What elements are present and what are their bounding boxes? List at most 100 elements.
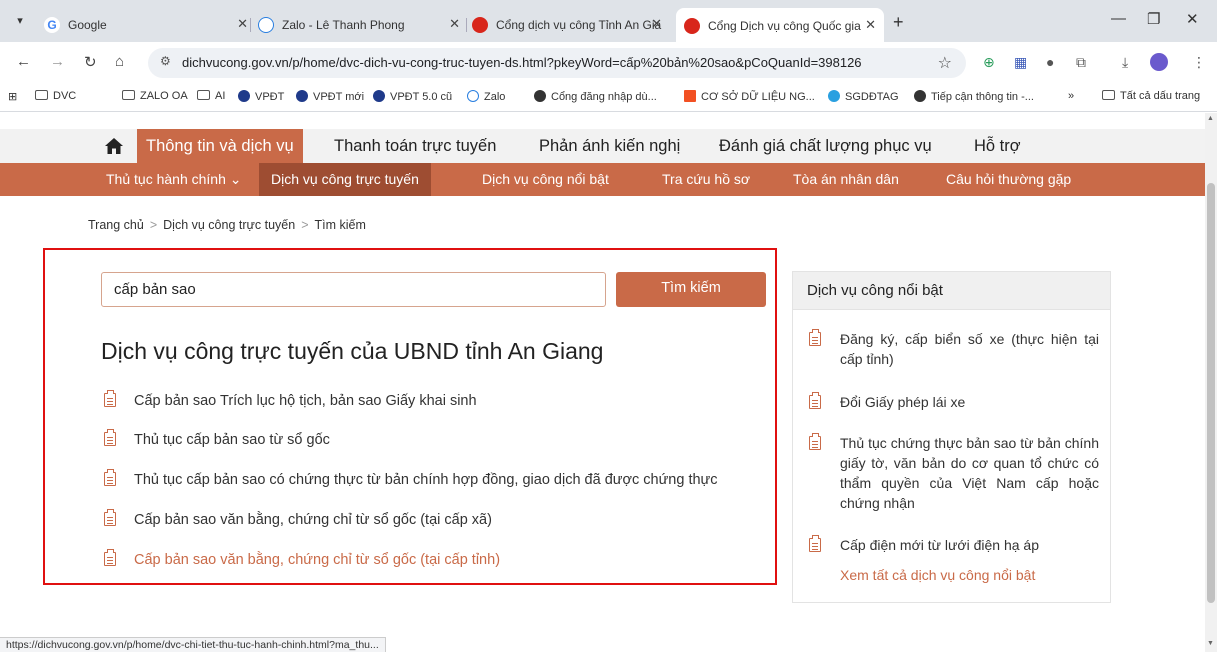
reload-icon[interactable]: ↻ [84,53,97,71]
featured-item[interactable]: Thủ tục chứng thực bản sao từ bản chính … [807,433,1099,513]
result-item[interactable]: Thủ tục cấp bản sao có chứng thực từ bản… [104,469,718,488]
site-info-icon[interactable]: ⚙ [160,54,171,68]
result-item[interactable]: Thủ tục cấp bản sao từ sổ gốc [104,429,330,448]
search-input[interactable]: cấp bản sao [101,272,606,307]
subnav-tra-cuu[interactable]: Tra cứu hồ sơ [662,163,750,196]
featured-item[interactable]: Đổi Giấy phép lái xe [807,392,1099,412]
tab-dvc-quoc-gia[interactable]: Cổng Dịch vụ công Quốc gia ✕ [676,8,884,42]
zalo-icon [258,16,274,33]
featured-label: Đổi Giấy phép lái xe [840,394,966,410]
result-label: Cấp bản sao Trích lục hộ tịch, bản sao G… [134,393,477,409]
nav-ho-tro[interactable]: Hỗ trợ [974,129,1021,163]
result-item[interactable]: Cấp bản sao Trích lục hộ tịch, bản sao G… [104,390,477,409]
nav-phan-anh[interactable]: Phản ánh kiến nghị [539,129,680,163]
extension-icon[interactable]: ● [1046,54,1054,70]
nav-danh-gia[interactable]: Đánh giá chất lượng phục vụ [719,129,932,163]
main-nav: Thông tin và dịch vụ Thanh toán trực tuy… [0,129,1205,163]
avatar[interactable] [1150,53,1168,71]
tab-zalo[interactable]: Zalo - Lê Thanh Phong ✕ [258,10,468,38]
featured-label: Đăng ký, cấp biển số xe (thực hiện tại c… [840,331,1099,367]
more-bookmarks-button[interactable]: » [1068,90,1074,102]
scroll-up-icon[interactable]: ▲ [1207,115,1214,122]
back-icon[interactable]: ← [16,53,31,70]
page-scrollbar[interactable]: ▲ ▼ [1205,113,1217,652]
featured-item[interactable]: Cấp điện mới từ lưới điện hạ áp [807,535,1099,555]
tab-divider [250,18,251,32]
breadcrumb-home[interactable]: Trang chủ [88,218,144,232]
address-bar[interactable]: ⚙ dichvucong.gov.vn/p/home/dvc-dich-vu-c… [148,48,966,78]
bookmark-folder[interactable]: DVC [35,90,76,102]
close-icon[interactable]: ✕ [237,10,248,38]
new-tab-button[interactable]: + [893,12,904,33]
forward-icon[interactable]: → [50,53,65,70]
featured-services-panel: Dịch vụ công nổi bật Đăng ký, cấp biển s… [792,271,1111,603]
nav-thong-tin-dich-vu[interactable]: Thông tin và dịch vụ [137,129,303,163]
bookmark-link[interactable]: CƠ SỞ DỮ LIỆU NG... [684,90,815,103]
download-icon[interactable]: ⤓ [1122,54,1128,71]
subnav-toa-an[interactable]: Tòa án nhân dân [793,163,899,196]
minimize-icon[interactable]: — [1111,10,1126,27]
tab-title: Google [68,17,107,32]
result-label: Cấp bản sao văn bằng, chứng chỉ từ sổ gố… [134,552,501,568]
view-all-featured-link[interactable]: Xem tất cả dịch vụ công nổi bật [840,567,1035,583]
emblem-icon [472,16,488,33]
featured-item[interactable]: Đăng ký, cấp biển số xe (thực hiện tại c… [807,329,1099,369]
bookmark-link[interactable]: VPĐT mới [296,90,364,103]
bookmark-link[interactable]: Tiếp cận thông tin -... [914,90,1034,103]
tab-google[interactable]: G Google ✕ [44,10,256,38]
subnav-thu-tuc[interactable]: Thủ tục hành chính ⌄ [106,163,241,196]
featured-services-title: Dịch vụ công nổi bật [793,272,1110,310]
result-item-hovered[interactable]: Cấp bản sao văn bằng, chứng chỉ từ sổ gố… [104,549,501,568]
document-icon [809,433,821,450]
subnav-dvc-noi-bat[interactable]: Dịch vụ công nổi bật [482,163,609,196]
scroll-down-icon[interactable]: ▼ [1207,640,1214,647]
bookmark-link[interactable]: Cổng đăng nhập dù... [534,90,657,103]
bookmarks-bar: ⊞ DVC ZALO OA AI VPĐT VPĐT mới VPĐT 5.0 … [0,84,1217,112]
extension-icon[interactable]: ⊕ [983,54,995,71]
breadcrumb-dvc[interactable]: Dịch vụ công trực tuyến [163,218,295,232]
result-label: Cấp bản sao văn bằng, chứng chỉ từ sổ gố… [134,512,492,528]
scroll-thumb[interactable] [1207,183,1215,603]
bookmark-label: VPĐT [255,91,285,103]
document-icon [104,509,116,526]
nav-thanh-toan[interactable]: Thanh toán trực tuyến [334,129,496,163]
extension-icon[interactable]: ▦ [1014,54,1027,71]
zalo-icon [467,90,479,102]
close-icon[interactable]: ✕ [449,10,460,38]
result-item[interactable]: Cấp bản sao văn bằng, chứng chỉ từ sổ gố… [104,509,492,528]
close-icon[interactable]: ✕ [651,10,662,38]
tab-divider [466,18,467,32]
document-icon [809,329,821,346]
result-label: Thủ tục cấp bản sao từ sổ gốc [134,432,330,448]
tab-an-giang[interactable]: Cổng dịch vụ công Tỉnh An Gia ✕ [472,10,670,38]
search-button[interactable]: Tìm kiếm [616,272,766,307]
bookmark-label: DVC [53,90,77,102]
folder-icon [1102,90,1115,100]
subnav-cau-hoi[interactable]: Câu hỏi thường gặp [946,163,1071,196]
apps-icon[interactable]: ⊞ [8,90,17,103]
folder-icon [35,90,48,100]
menu-icon[interactable]: ⋮ [1192,54,1206,71]
subnav-dvc-truc-tuyen[interactable]: Dịch vụ công trực tuyến [259,163,431,196]
tab-search-icon[interactable]: ▾ [10,12,30,30]
bookmark-link[interactable]: VPĐT 5.0 cũ [373,90,452,103]
all-bookmarks-folder[interactable]: Tất cả dấu trang [1102,90,1200,102]
bookmark-link[interactable]: Zalo [467,90,505,103]
folder-icon [122,90,135,100]
document-icon [809,392,821,409]
home-icon[interactable] [104,136,124,156]
restore-icon[interactable]: ❐ [1147,10,1160,28]
bookmark-folder[interactable]: AI [197,90,225,102]
vpdt-icon [373,90,385,102]
extensions-puzzle-icon[interactable]: ⧉ [1076,54,1086,71]
bookmark-link[interactable]: SGDĐTAG [828,90,899,103]
bookmark-link[interactable]: VPĐT [238,90,284,103]
bookmark-star-icon[interactable]: ☆ [938,53,952,73]
home-browser-icon[interactable]: ⌂ [115,53,124,70]
close-icon[interactable]: ✕ [865,8,876,42]
bookmark-folder[interactable]: ZALO OA [122,90,188,102]
document-icon [104,390,116,407]
bookmark-label: VPĐT mới [313,91,365,103]
window-close-icon[interactable]: ✕ [1186,10,1199,28]
tab-title: Cổng dịch vụ công Tỉnh An Gia [496,17,662,32]
